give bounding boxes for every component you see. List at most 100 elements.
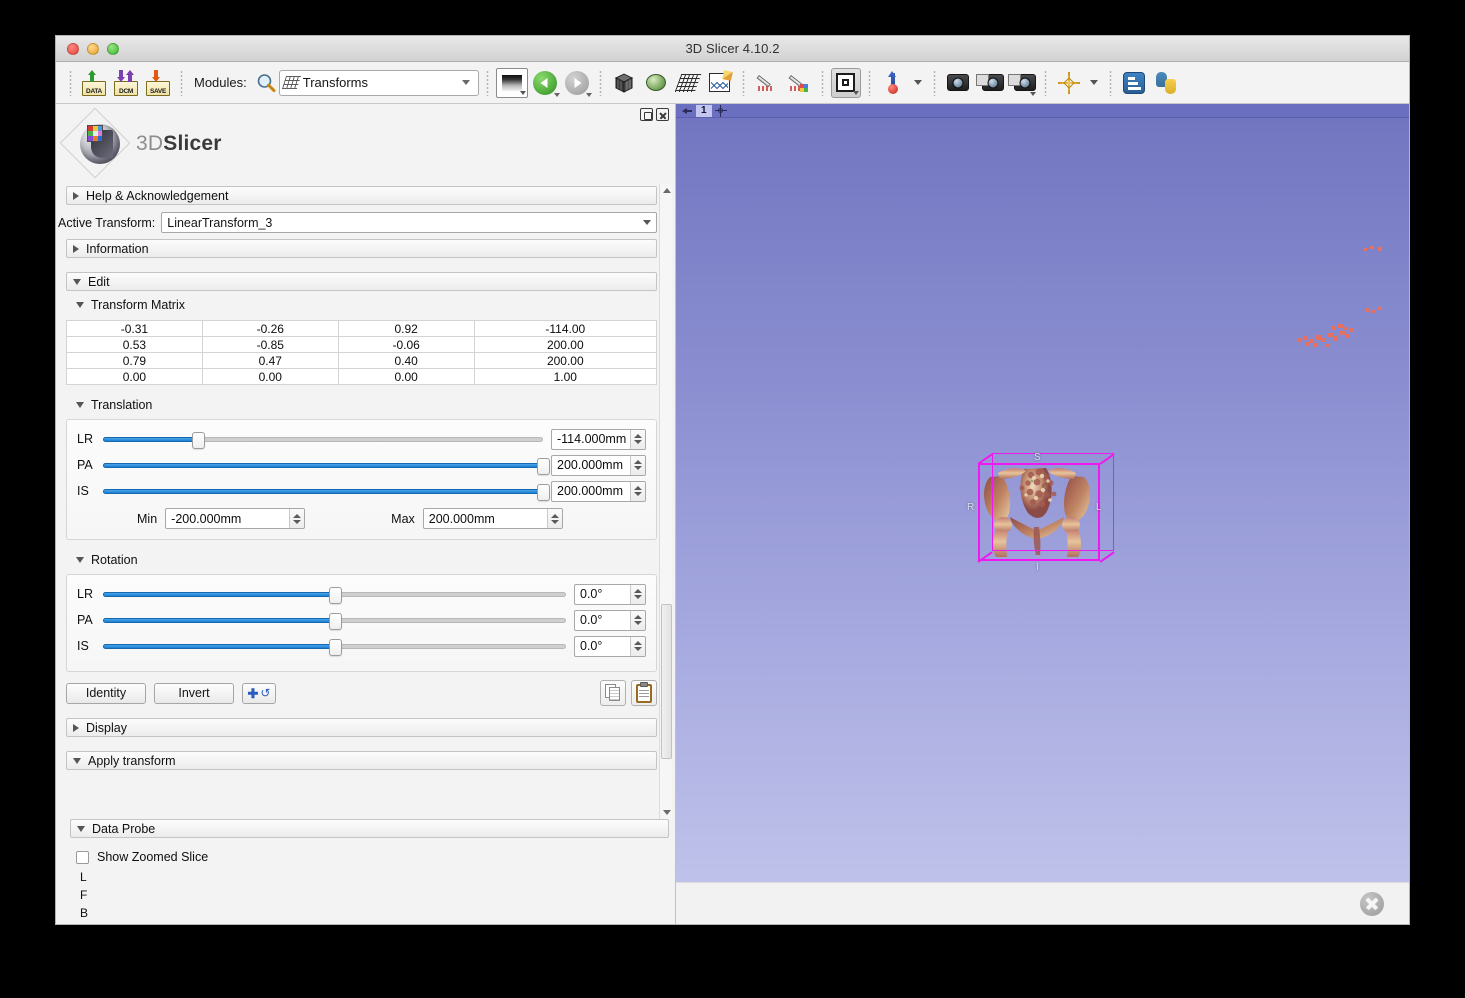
- spin-buttons[interactable]: [630, 610, 645, 630]
- screenshot-button[interactable]: [943, 68, 973, 98]
- section-transform-matrix[interactable]: Transform Matrix: [70, 295, 657, 314]
- annotations-button[interactable]: [784, 68, 814, 98]
- spin-buttons[interactable]: [630, 455, 645, 475]
- matrix-cell[interactable]: 0.40: [337, 352, 475, 369]
- scene-view-capture-button[interactable]: [975, 68, 1005, 98]
- transforms-button[interactable]: [673, 68, 703, 98]
- section-translation[interactable]: Translation: [70, 395, 657, 414]
- section-edit[interactable]: Edit: [66, 272, 657, 291]
- matrix-cell[interactable]: -0.31: [66, 320, 203, 337]
- transform-tools-button[interactable]: ✚ ↺: [242, 682, 276, 704]
- matrix-cell[interactable]: 0.53: [66, 336, 203, 353]
- matrix-cell[interactable]: 0.00: [66, 368, 203, 385]
- restore-panel-button[interactable]: [640, 108, 653, 121]
- rotation-is-spinbox[interactable]: 0.0°: [574, 635, 646, 657]
- table-row[interactable]: 0.79 0.47 0.40 200.00: [66, 352, 658, 369]
- fiducial-dropdown[interactable]: [910, 68, 926, 98]
- scroll-down-button[interactable]: [660, 806, 673, 819]
- table-row[interactable]: 0.53 -0.85 -0.06 200.00: [66, 336, 658, 353]
- rotation-is-track[interactable]: [103, 636, 566, 656]
- volumes-button[interactable]: [609, 68, 639, 98]
- matrix-cell[interactable]: -0.26: [201, 320, 339, 337]
- rotation-pa-spinbox[interactable]: 0.0°: [574, 609, 646, 631]
- translation-slider-lr[interactable]: LR -114.000mm: [77, 428, 646, 450]
- matrix-cell[interactable]: 0.79: [66, 352, 203, 369]
- load-dicom-button[interactable]: DCM: [111, 68, 141, 98]
- show-zoomed-slice-row[interactable]: Show Zoomed Slice: [76, 850, 669, 864]
- module-selector-combobox[interactable]: Transforms: [278, 69, 479, 96]
- scrollbar-thumb[interactable]: [661, 604, 672, 759]
- spin-buttons[interactable]: [630, 584, 645, 604]
- identity-button[interactable]: Identity: [66, 682, 146, 704]
- active-transform-combobox[interactable]: LinearTransform_3: [161, 212, 657, 233]
- next-module-button[interactable]: [562, 68, 592, 98]
- section-display[interactable]: Display: [66, 718, 657, 737]
- spin-buttons[interactable]: [630, 636, 645, 656]
- section-information[interactable]: Information: [66, 239, 657, 258]
- paste-button[interactable]: [631, 680, 657, 706]
- roi-toggle-button[interactable]: [830, 67, 861, 98]
- matrix-cell[interactable]: 0.92: [337, 320, 475, 337]
- rotation-slider-is[interactable]: IS 0.0°: [77, 635, 646, 657]
- table-row[interactable]: -0.31 -0.26 0.92 -114.00: [66, 320, 658, 337]
- spin-buttons[interactable]: [546, 509, 562, 528]
- matrix-cell[interactable]: 0.00: [337, 368, 475, 385]
- section-data-probe[interactable]: Data Probe: [70, 819, 669, 838]
- previous-module-button[interactable]: [530, 68, 560, 98]
- translation-max-spinbox[interactable]: 200.000mm: [422, 508, 563, 529]
- crosshair-button[interactable]: [1054, 68, 1084, 98]
- translation-pa-track[interactable]: [103, 455, 550, 475]
- section-rotation[interactable]: Rotation: [70, 550, 657, 569]
- table-row[interactable]: 0.00 0.00 0.00 1.00: [66, 368, 658, 385]
- rotation-slider-lr[interactable]: LR 0.0°: [77, 583, 646, 605]
- scene-views-button[interactable]: [1007, 68, 1037, 98]
- invert-button[interactable]: Invert: [154, 682, 234, 704]
- roi-bounding-box[interactable]: [977, 453, 1115, 563]
- save-data-button[interactable]: SAVE: [143, 68, 173, 98]
- rotation-pa-track[interactable]: [103, 610, 566, 630]
- rotation-slider-pa[interactable]: PA 0.0°: [77, 609, 646, 631]
- threed-render-view[interactable]: S R L I: [676, 118, 1409, 882]
- error-log-button[interactable]: [1357, 888, 1387, 919]
- center-view-icon[interactable]: [714, 104, 728, 117]
- scroll-up-button[interactable]: [660, 184, 673, 197]
- matrix-cell[interactable]: -0.85: [201, 336, 339, 353]
- matrix-cell[interactable]: 0.47: [201, 352, 339, 369]
- rotation-lr-spinbox[interactable]: 0.0°: [574, 583, 646, 605]
- translation-pa-spinbox[interactable]: 200.000mm: [551, 454, 646, 476]
- section-apply-transform[interactable]: Apply transform: [66, 751, 657, 770]
- magnifier-icon[interactable]: [255, 72, 277, 94]
- spin-buttons[interactable]: [630, 481, 645, 501]
- translation-is-spinbox[interactable]: 200.000mm: [551, 480, 646, 502]
- crosshair-dropdown[interactable]: [1086, 68, 1102, 98]
- matrix-cell[interactable]: 0.00: [201, 368, 339, 385]
- extension-manager-button[interactable]: [1119, 68, 1149, 98]
- layout-selector-button[interactable]: [495, 67, 528, 98]
- close-panel-button[interactable]: [656, 108, 669, 121]
- python-console-button[interactable]: [1151, 68, 1181, 98]
- translation-lr-track[interactable]: [103, 429, 543, 449]
- models-button[interactable]: [641, 68, 671, 98]
- spin-buttons[interactable]: [289, 509, 305, 528]
- matrix-cell[interactable]: 1.00: [473, 368, 658, 385]
- translation-slider-is[interactable]: IS 200.000mm: [77, 480, 646, 502]
- show-zoomed-slice-checkbox[interactable]: [76, 850, 89, 864]
- charts-button[interactable]: [705, 68, 735, 98]
- matrix-cell[interactable]: -0.06: [337, 336, 475, 353]
- section-help-acknowledgement[interactable]: Help & Acknowledgement: [66, 186, 657, 205]
- matrix-cell[interactable]: 200.00: [473, 352, 658, 369]
- translation-slider-pa[interactable]: PA 200.000mm: [77, 454, 646, 476]
- fiducial-button[interactable]: [878, 68, 908, 98]
- translation-lr-spinbox[interactable]: -114.000mm: [551, 428, 646, 450]
- rotation-lr-track[interactable]: [103, 584, 566, 604]
- spin-buttons[interactable]: [630, 429, 645, 449]
- load-data-button[interactable]: DATA: [79, 68, 109, 98]
- matrix-cell[interactable]: 200.00: [473, 336, 658, 353]
- copy-button[interactable]: [600, 680, 626, 706]
- translation-is-track[interactable]: [103, 481, 550, 501]
- translation-min-spinbox[interactable]: -200.000mm: [165, 508, 306, 529]
- matrix-cell[interactable]: -114.00: [473, 320, 658, 337]
- pin-icon[interactable]: [680, 105, 694, 116]
- transform-matrix-table[interactable]: -0.31 -0.26 0.92 -114.00 0.53 -0.85 -0.0…: [66, 320, 658, 385]
- module-panel-scrollbar[interactable]: [659, 184, 672, 819]
